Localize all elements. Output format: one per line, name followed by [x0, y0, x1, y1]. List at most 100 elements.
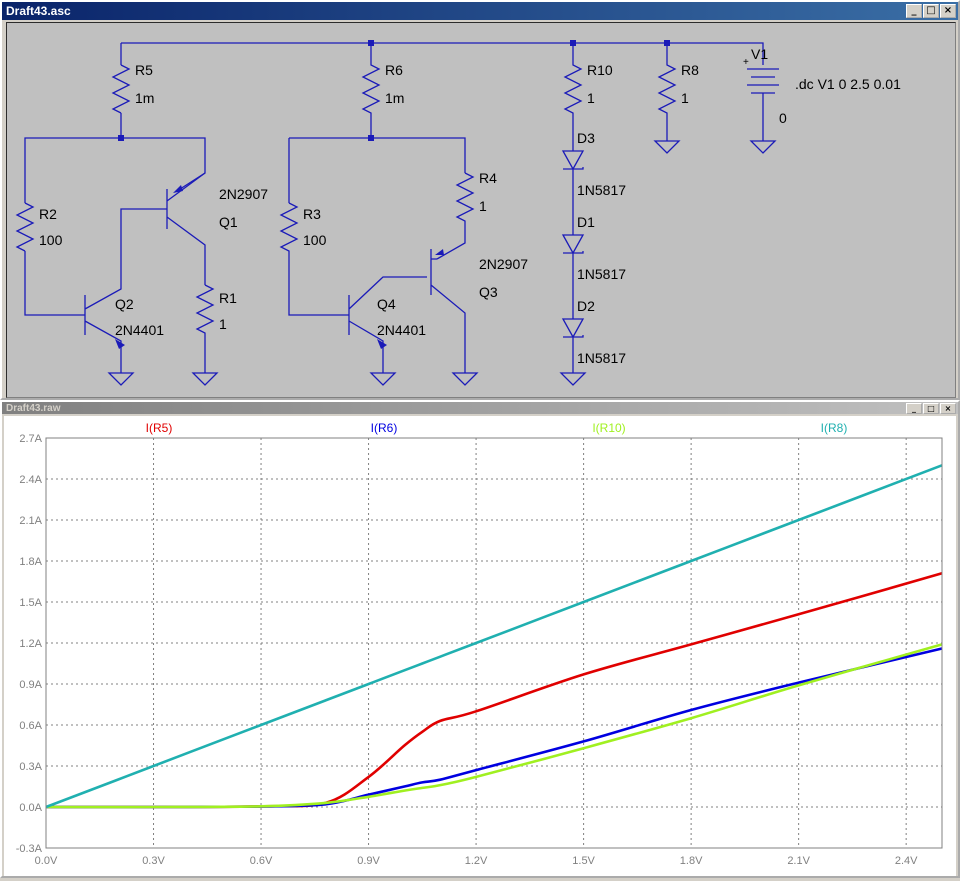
r4-value: 1: [479, 198, 487, 214]
r8-label: R8: [681, 62, 699, 78]
waveform-title-bar[interactable]: Draft43.raw _ □ ×: [2, 402, 958, 414]
y-tick-label: 0.0A: [19, 802, 42, 814]
y-tick-label: 2.1A: [19, 515, 42, 527]
schematic-window-title: Draft43.asc: [6, 4, 71, 18]
x-tick-label: 0.3V: [142, 855, 165, 867]
y-tick-label: 2.4A: [19, 474, 42, 486]
junction-dot: [368, 40, 374, 46]
maximize-button[interactable]: □: [923, 402, 939, 414]
schematic-canvas[interactable]: R5 1m R6 1m R10 1 R8 1 V1 + 0 .dc V1 0 2…: [6, 22, 956, 398]
r5-label: R5: [135, 62, 153, 78]
r6-bottom-wire: [288, 137, 466, 203]
r3-value: 100: [303, 232, 327, 248]
junction-dot: [368, 135, 374, 141]
x-tick-label: 0.6V: [250, 855, 273, 867]
q3-model: 2N2907: [479, 256, 528, 272]
r6-resistor: [361, 43, 381, 138]
junction-dot: [570, 40, 576, 46]
q1-emitter-arrow: [173, 185, 183, 193]
q1-label: Q1: [219, 214, 238, 230]
ground-q4: [369, 372, 397, 386]
r1-label: R1: [219, 290, 237, 306]
ground-q3: [451, 372, 479, 386]
schematic-window-controls: _ □ ×: [906, 4, 956, 18]
q1-model: 2N2907: [219, 186, 268, 202]
schematic-window: Draft43.asc _ □ × R5 1m R6 1m R10 1 R8 1…: [0, 0, 960, 400]
r4-label: R4: [479, 170, 497, 186]
y-tick-label: 0.3A: [19, 761, 42, 773]
x-tick-label: 1.2V: [465, 855, 488, 867]
d1-model: 1N5817: [577, 266, 626, 282]
q2-model: 2N4401: [115, 322, 164, 338]
x-tick-label: 1.8V: [680, 855, 703, 867]
junction-dot: [118, 135, 124, 141]
q4-model: 2N4401: [377, 322, 426, 338]
close-button[interactable]: ×: [940, 4, 956, 18]
waveform-window-controls: _ □ ×: [906, 402, 956, 414]
r3-label: R3: [303, 206, 321, 222]
r6-label: R6: [385, 62, 403, 78]
minimize-button[interactable]: _: [906, 4, 922, 18]
r8-resistor: [657, 43, 677, 141]
legend-entry: I(R6): [371, 421, 398, 435]
legend-entry: I(R8): [821, 421, 848, 435]
x-tick-label: 0.0V: [35, 855, 58, 867]
maximize-button[interactable]: □: [923, 4, 939, 18]
x-tick-label: 2.4V: [895, 855, 918, 867]
d3-model: 1N5817: [577, 182, 626, 198]
r2-resistor: [15, 202, 35, 252]
r6-value: 1m: [385, 90, 404, 106]
x-tick-label: 0.9V: [357, 855, 380, 867]
d3-label: D3: [577, 130, 595, 146]
trace-ir10: [45, 643, 943, 809]
waveform-plot-pane[interactable]: 2.7A 2.4A 2.1A 1.8A 1.5A 1.2A 0.9A 0.6A 0.3A 0.0A…: [4, 416, 956, 876]
ground-r1: [191, 372, 219, 386]
y-tick-label: 2.7A: [19, 433, 42, 445]
d1-label: D1: [577, 214, 595, 230]
y-tick-label: -0.3A: [16, 843, 43, 855]
schematic-drawing[interactable]: R5 1m R6 1m R10 1 R8 1 V1 + 0 .dc V1 0 2…: [7, 23, 955, 397]
q2-base-wire: [24, 251, 85, 316]
q4-label: Q4: [377, 296, 396, 312]
r10-value: 1: [587, 90, 595, 106]
schematic-title-bar[interactable]: Draft43.asc _ □ ×: [2, 2, 958, 20]
trace-ir8: [45, 464, 943, 809]
r1-resistor: [195, 284, 215, 373]
x-tick-label: 1.5V: [572, 855, 595, 867]
r4-resistor: [436, 172, 475, 260]
minimize-button[interactable]: _: [906, 402, 922, 414]
y-tick-label: 1.8A: [19, 556, 42, 568]
ground-v1: [749, 140, 777, 154]
q1-body: [166, 172, 206, 285]
ground-d2: [559, 372, 587, 386]
v1-label: V1: [751, 46, 768, 62]
y-tick-label: 1.5A: [19, 597, 42, 609]
q3-label: Q3: [479, 284, 498, 300]
y-tick-label: 1.2A: [19, 638, 42, 650]
junction-dot: [664, 40, 670, 46]
q3-body: [430, 249, 466, 373]
waveform-plot[interactable]: 2.7A 2.4A 2.1A 1.8A 1.5A 1.2A 0.9A 0.6A 0.3A 0.0A…: [4, 416, 956, 876]
r10-label: R10: [587, 62, 613, 78]
r5-resistor: [111, 64, 131, 114]
waveform-window: Draft43.raw _ □ × 2.7A 2.4A 2.1A 1.8A 1.5A 1.…: [0, 400, 960, 878]
q2-label: Q2: [115, 296, 134, 312]
y-tick-label: 0.9A: [19, 679, 42, 691]
y-tick-label: 0.6A: [19, 720, 42, 732]
v1-battery: [747, 68, 779, 141]
r2-value: 100: [39, 232, 63, 248]
ground-r8: [653, 140, 681, 154]
r8-value: 1: [681, 90, 689, 106]
waveform-window-title: Draft43.raw: [6, 402, 61, 414]
r5-value: 1m: [135, 90, 154, 106]
legend-entry: I(R5): [146, 421, 173, 435]
v1-plus: +: [743, 57, 749, 68]
legend-entry: I(R10): [592, 421, 625, 435]
r1-value: 1: [219, 316, 227, 332]
trace-ir6: [45, 647, 943, 809]
close-button[interactable]: ×: [940, 402, 956, 414]
r2-label: R2: [39, 206, 57, 222]
q3-emitter-arrow: [435, 249, 444, 255]
v1-value: 0: [779, 110, 787, 126]
d2-label: D2: [577, 298, 595, 314]
